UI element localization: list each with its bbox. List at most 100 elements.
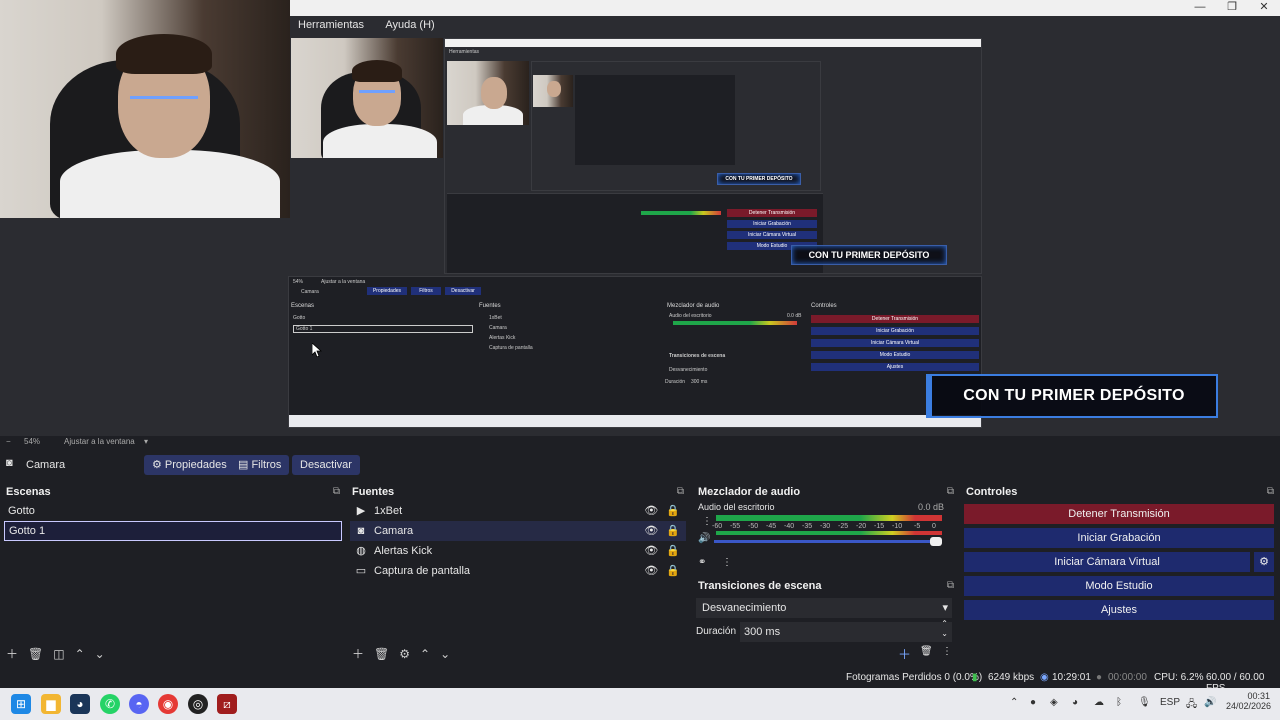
tray-chevron-icon[interactable]: ⌃ <box>1010 697 1018 708</box>
virtual-cam-gear-icon[interactable]: ⚙ <box>1254 552 1274 572</box>
settings-button[interactable]: Ajustes <box>964 600 1274 620</box>
arrow-up-icon[interactable]: ⌃ <box>75 647 85 661</box>
undock-icon[interactable]: ⧉ <box>947 486 954 497</box>
undock-icon[interactable]: ⧉ <box>1267 486 1274 497</box>
nested-menu: Herramientas <box>449 49 480 55</box>
source-item-1xbet[interactable]: ▶ 1xBet 👁 🔒 <box>350 501 686 521</box>
start-virtual-cam-button[interactable]: Iniciar Cámara Virtual <box>964 552 1250 572</box>
undock-icon[interactable]: ⧉ <box>677 486 684 497</box>
obs-icon[interactable]: ◎ <box>188 694 208 714</box>
zoom-dropdown-icon[interactable]: ▾ <box>144 437 148 446</box>
volume-slider[interactable] <box>714 540 942 543</box>
windows-start-icon[interactable]: ⊞ <box>11 694 31 714</box>
whatsapp-icon[interactable]: ✆ <box>100 694 120 714</box>
transition-select[interactable]: Desvanecimiento ▾ <box>696 598 952 618</box>
signal-icon: ▮ <box>972 672 978 683</box>
source-item-alertas-kick[interactable]: ◍ Alertas Kick 👁 🔒 <box>350 541 686 561</box>
network-icon[interactable]: 🖧 <box>1186 697 1197 714</box>
zoom-mode[interactable]: Ajustar a la ventana <box>64 437 135 446</box>
record-time: 00:00:00 <box>1108 672 1147 683</box>
play-icon: ▶ <box>356 505 366 517</box>
tray-shield-icon[interactable]: ◈ <box>1050 697 1058 708</box>
arrow-down-icon[interactable]: ⌄ <box>440 647 450 661</box>
app-icon[interactable]: ⧄ <box>217 694 237 714</box>
camera-icon: ◙ <box>357 525 365 537</box>
trash-icon[interactable]: 🗑 <box>28 647 43 661</box>
nested-meter <box>641 211 721 215</box>
add-icon[interactable]: ＋ <box>898 644 911 663</box>
arrow-up-icon[interactable]: ⌃ <box>420 647 430 661</box>
trash-icon[interactable]: 🗑 <box>374 647 389 661</box>
link-icon[interactable]: ⚭ <box>698 557 706 568</box>
stop-stream-button[interactable]: Detener Transmisión <box>964 504 1274 524</box>
menu-help[interactable]: Ayuda (H) <box>385 16 434 34</box>
scenes-toolbar: ＋ 🗑 ◫ ⌃ ⌄ <box>6 645 115 662</box>
undock-icon[interactable]: ⧉ <box>947 580 954 591</box>
arrow-down-icon[interactable]: ⌄ <box>95 647 105 661</box>
lock-icon[interactable]: 🔒 <box>666 545 680 557</box>
nested-mixer-meter <box>673 321 797 325</box>
minimize-icon[interactable]: — <box>1185 0 1215 14</box>
nested2-ctrl-vcam: Iniciar Cámara Virtual <box>811 339 979 347</box>
eye-icon[interactable]: 👁 <box>644 505 658 517</box>
zoom-minus-icon[interactable]: − <box>6 437 11 446</box>
mixer-meter-right <box>716 531 942 535</box>
tray-app-icon[interactable]: ● <box>1030 697 1036 708</box>
menu-tools[interactable]: Herramientas <box>298 16 364 34</box>
start-recording-button[interactable]: Iniciar Grabación <box>964 528 1274 548</box>
nested2-ctrl-stop: Detener Transmisión <box>811 315 979 323</box>
properties-button[interactable]: ⚙ Propiedades <box>144 455 235 475</box>
mouse-cursor-icon <box>312 343 322 357</box>
chrome-icon[interactable]: ◉ <box>158 694 178 714</box>
studio-mode-button[interactable]: Modo Estudio <box>964 576 1274 596</box>
speaker-icon[interactable]: 🔊 <box>698 533 710 544</box>
nested-taskbar <box>289 415 981 427</box>
window-titlebar: — ❐ ✕ <box>290 0 1280 16</box>
source-item-camara[interactable]: ◙ Camara 👁 🔒 <box>350 521 686 541</box>
add-icon[interactable]: ＋ <box>352 647 364 661</box>
nested-duration-label: Duración <box>665 379 686 385</box>
filter-icon[interactable]: ◫ <box>53 647 64 661</box>
language-indicator[interactable]: ESP <box>1160 697 1180 708</box>
microphone-icon[interactable]: 🎙 <box>1138 697 1151 708</box>
lock-icon[interactable]: 🔒 <box>666 565 680 577</box>
gear-icon[interactable]: ⚙ <box>399 647 410 661</box>
status-bar: Fotogramas Perdidos 0 (0.0%) ▮ 6249 kbps… <box>0 668 1280 694</box>
close-icon[interactable]: ✕ <box>1249 0 1279 14</box>
trash-icon[interactable]: 🗑 <box>920 646 933 657</box>
duration-input[interactable]: 300 ms ⌃ ⌄ <box>740 619 952 642</box>
lock-icon[interactable]: 🔒 <box>666 525 680 537</box>
eye-icon[interactable]: 👁 <box>644 525 658 537</box>
filter-icon: ▤ <box>238 459 252 471</box>
dropped-frames: Fotogramas Perdidos 0 (0.0%) <box>846 672 983 683</box>
add-icon[interactable]: ＋ <box>6 647 18 661</box>
nested-props: Propiedades <box>367 287 407 295</box>
nested-source-3: Alertas Kick <box>489 335 516 341</box>
volume-icon[interactable]: 🔊 <box>1204 697 1216 708</box>
preview-canvas[interactable]: — ❐ ✕ Herramientas Ayuda (H) Herramienta… <box>0 0 1280 436</box>
volume-slider-handle[interactable] <box>930 537 942 546</box>
tray-steam-icon[interactable]: ◕ <box>1072 697 1078 708</box>
tray-cloud-icon[interactable]: ☁ <box>1094 697 1104 708</box>
source-item-captura[interactable]: ▭ Captura de pantalla 👁 🔒 <box>350 561 686 581</box>
kebab-menu-icon[interactable]: ⋮ <box>942 646 952 657</box>
deactivate-button[interactable]: Desactivar <box>292 455 360 475</box>
file-explorer-icon[interactable]: ▆ <box>41 694 61 714</box>
kebab-menu-icon[interactable]: ⋮ <box>722 557 732 568</box>
clock[interactable]: 00:31 24/02/2026 <box>1226 691 1271 711</box>
scene-item-gotto-1[interactable]: Gotto 1 <box>4 521 342 541</box>
discord-icon[interactable]: ◓ <box>129 694 149 714</box>
eye-icon[interactable]: 👁 <box>644 565 658 577</box>
lock-icon[interactable]: 🔒 <box>666 505 680 517</box>
undock-icon[interactable]: ⧉ <box>333 486 340 497</box>
nested-scene-2: Gotto 1 <box>293 325 473 333</box>
eye-icon[interactable]: 👁 <box>644 545 658 557</box>
scene-item-gotto[interactable]: Gotto <box>4 501 342 521</box>
source-context-bar: ◙ Camara ⚙ Propiedades ▤ Filtros Desacti… <box>0 452 1280 478</box>
stepper-icon[interactable]: ⌃ ⌄ <box>941 619 948 639</box>
promo-banner: CON TU PRIMER DEPÓSITO <box>926 374 1218 418</box>
filters-button[interactable]: ▤ Filtros <box>230 455 290 475</box>
steam-icon[interactable]: ◕ <box>70 694 90 714</box>
bluetooth-icon[interactable]: ᛒ <box>1116 697 1122 708</box>
restore-icon[interactable]: ❐ <box>1217 0 1247 14</box>
